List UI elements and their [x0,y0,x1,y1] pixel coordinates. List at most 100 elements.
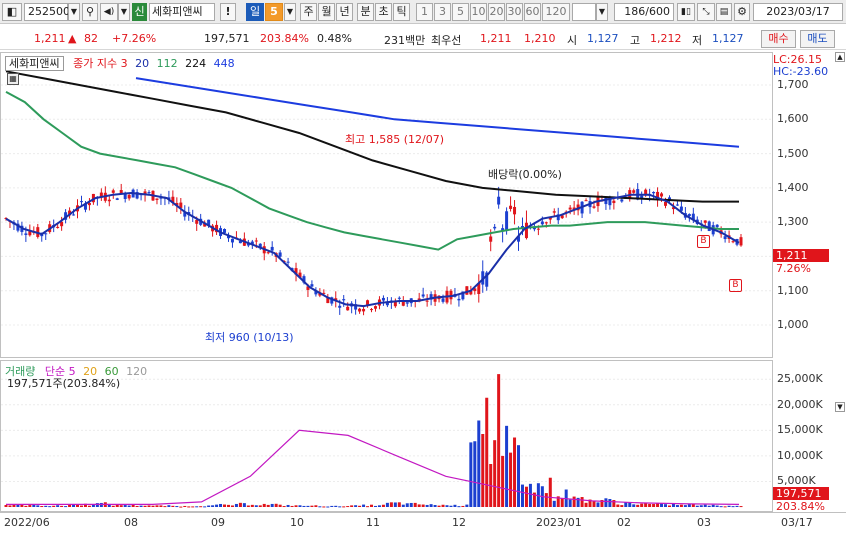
price-legend-indicator[interactable]: 종가 지수 3 [73,57,127,70]
volume-bar [485,397,489,507]
volume-bar [632,504,636,507]
period-minute[interactable]: 분 [357,3,374,21]
volume-bar [366,506,370,508]
scroll-down-icon[interactable]: ▼ [835,402,845,412]
volume-bar [580,497,584,507]
candle-body [72,214,76,216]
minute-3[interactable]: 3 [434,3,451,21]
sound-dropdown-icon[interactable]: ▼ [118,3,130,21]
volume-bar [723,506,727,508]
alert-button[interactable]: ! [220,3,236,21]
x-axis[interactable]: 2022/06 08 09 10 11 12 2023/01 02 03 03/17 [0,512,846,533]
gear-icon[interactable]: ⚙ [734,3,750,21]
candle-body [524,222,528,239]
menu-icon[interactable]: ◧ [2,3,22,21]
minute-120[interactable]: 120 [542,3,570,21]
volume-bar [739,506,743,508]
minute-20[interactable]: 20 [488,3,505,21]
volume-bar [731,506,735,508]
candle-body [195,219,199,224]
chart-type-icon[interactable]: ▮▯ [677,3,695,21]
volume-bar [8,505,12,507]
badge: 신 [132,3,147,21]
candle-body [338,305,342,308]
b-marker[interactable]: B [729,279,742,292]
minute-60[interactable]: 60 [524,3,541,21]
candle-body [115,198,119,200]
volume-bar [481,434,485,507]
volume-bar [409,502,413,507]
volume-bar [223,504,227,507]
ma112-label[interactable]: 112 [157,57,178,70]
volume-bar [44,505,48,507]
candle-body [421,294,425,297]
custom-period-dropdown-icon[interactable]: ▼ [596,3,608,21]
period-num-button[interactable]: 5 [265,3,283,21]
scroll-up-icon[interactable]: ▲ [835,52,845,62]
volume-pane[interactable]: 거래량 단순 5 20 60 120 197,571주(203.84%) [0,360,773,512]
volume-bar [675,505,679,507]
period-day-button[interactable]: 일 [246,3,264,21]
code-dropdown-icon[interactable]: ▼ [68,3,80,21]
volume-bar [711,504,715,507]
candle-body [505,211,509,231]
volume-bar [64,506,68,508]
open-price: 1,127 [587,32,619,45]
candle-body [286,261,290,263]
date-input[interactable]: 2023/03/17 [753,3,843,21]
volume-bar [727,505,731,507]
candle-body [552,211,556,213]
price-tick-label: 1,500 [777,146,809,160]
price-legend-name[interactable]: 세화피앤씨 [5,56,64,71]
sound-icon[interactable]: ◀) [100,3,118,21]
sell-button[interactable]: 매도 [800,30,835,48]
volume-bar [552,500,556,507]
candle-body [107,199,111,202]
minute-10[interactable]: 10 [470,3,487,21]
volume-bar [163,506,167,508]
volume-bar [433,504,437,507]
candle-body [675,204,679,206]
tool-icon[interactable]: ▤ [716,3,732,21]
zoom-icon[interactable]: ⤡ [697,3,715,21]
ma224-label[interactable]: 224 [185,57,206,70]
period-week[interactable]: 주 [300,3,317,21]
volume-bar [127,505,131,507]
code-input[interactable]: 252500 [24,3,70,21]
ma20-label[interactable]: 20 [135,57,149,70]
minute-5[interactable]: 5 [452,3,469,21]
custom-period-input[interactable] [572,3,596,21]
grid-toggle-icon[interactable]: ▦ [7,73,19,85]
volume-bar [36,505,40,507]
period-tick[interactable]: 틱 [393,3,410,21]
minute-30[interactable]: 30 [506,3,523,21]
right-axis[interactable]: LC:26.15 HC:-23.60 1,700 1,600 1,500 1,400 1… [773,52,846,513]
ma448-label[interactable]: 448 [214,57,235,70]
period-dropdown-icon[interactable]: ▼ [284,3,296,21]
buy-button[interactable]: 매수 [761,30,796,48]
volume-bar [381,504,385,507]
period-year[interactable]: 년 [336,3,353,21]
search-icon[interactable]: ⚲ [82,3,98,21]
count-input[interactable]: 186/600 [614,3,674,21]
x-axis-label: 12 [452,516,466,529]
period-second[interactable]: 초 [375,3,392,21]
candle-body [425,300,429,302]
candle-body [56,226,60,228]
volume-bar [131,504,135,507]
volume-bar [473,441,477,507]
period-month[interactable]: 월 [318,3,335,21]
candle-body [310,284,314,287]
turnover: 0.48% [317,32,352,45]
volume-bar [644,503,648,507]
volume-bar [429,504,433,507]
minute-1[interactable]: 1 [416,3,433,21]
volume-bar [505,425,509,507]
vma120-label[interactable]: 120 [126,365,147,378]
price-chart-svg [1,70,772,326]
volume-bar [24,505,28,507]
b-marker-2[interactable]: B [697,235,710,248]
x-axis-label: 03/17 [781,516,813,529]
price-pane[interactable]: 세화피앤씨 종가 지수 3 20 112 224 448 ▦ 최고 1,585 … [0,52,773,358]
up-arrow-icon: ▲ [68,32,77,45]
